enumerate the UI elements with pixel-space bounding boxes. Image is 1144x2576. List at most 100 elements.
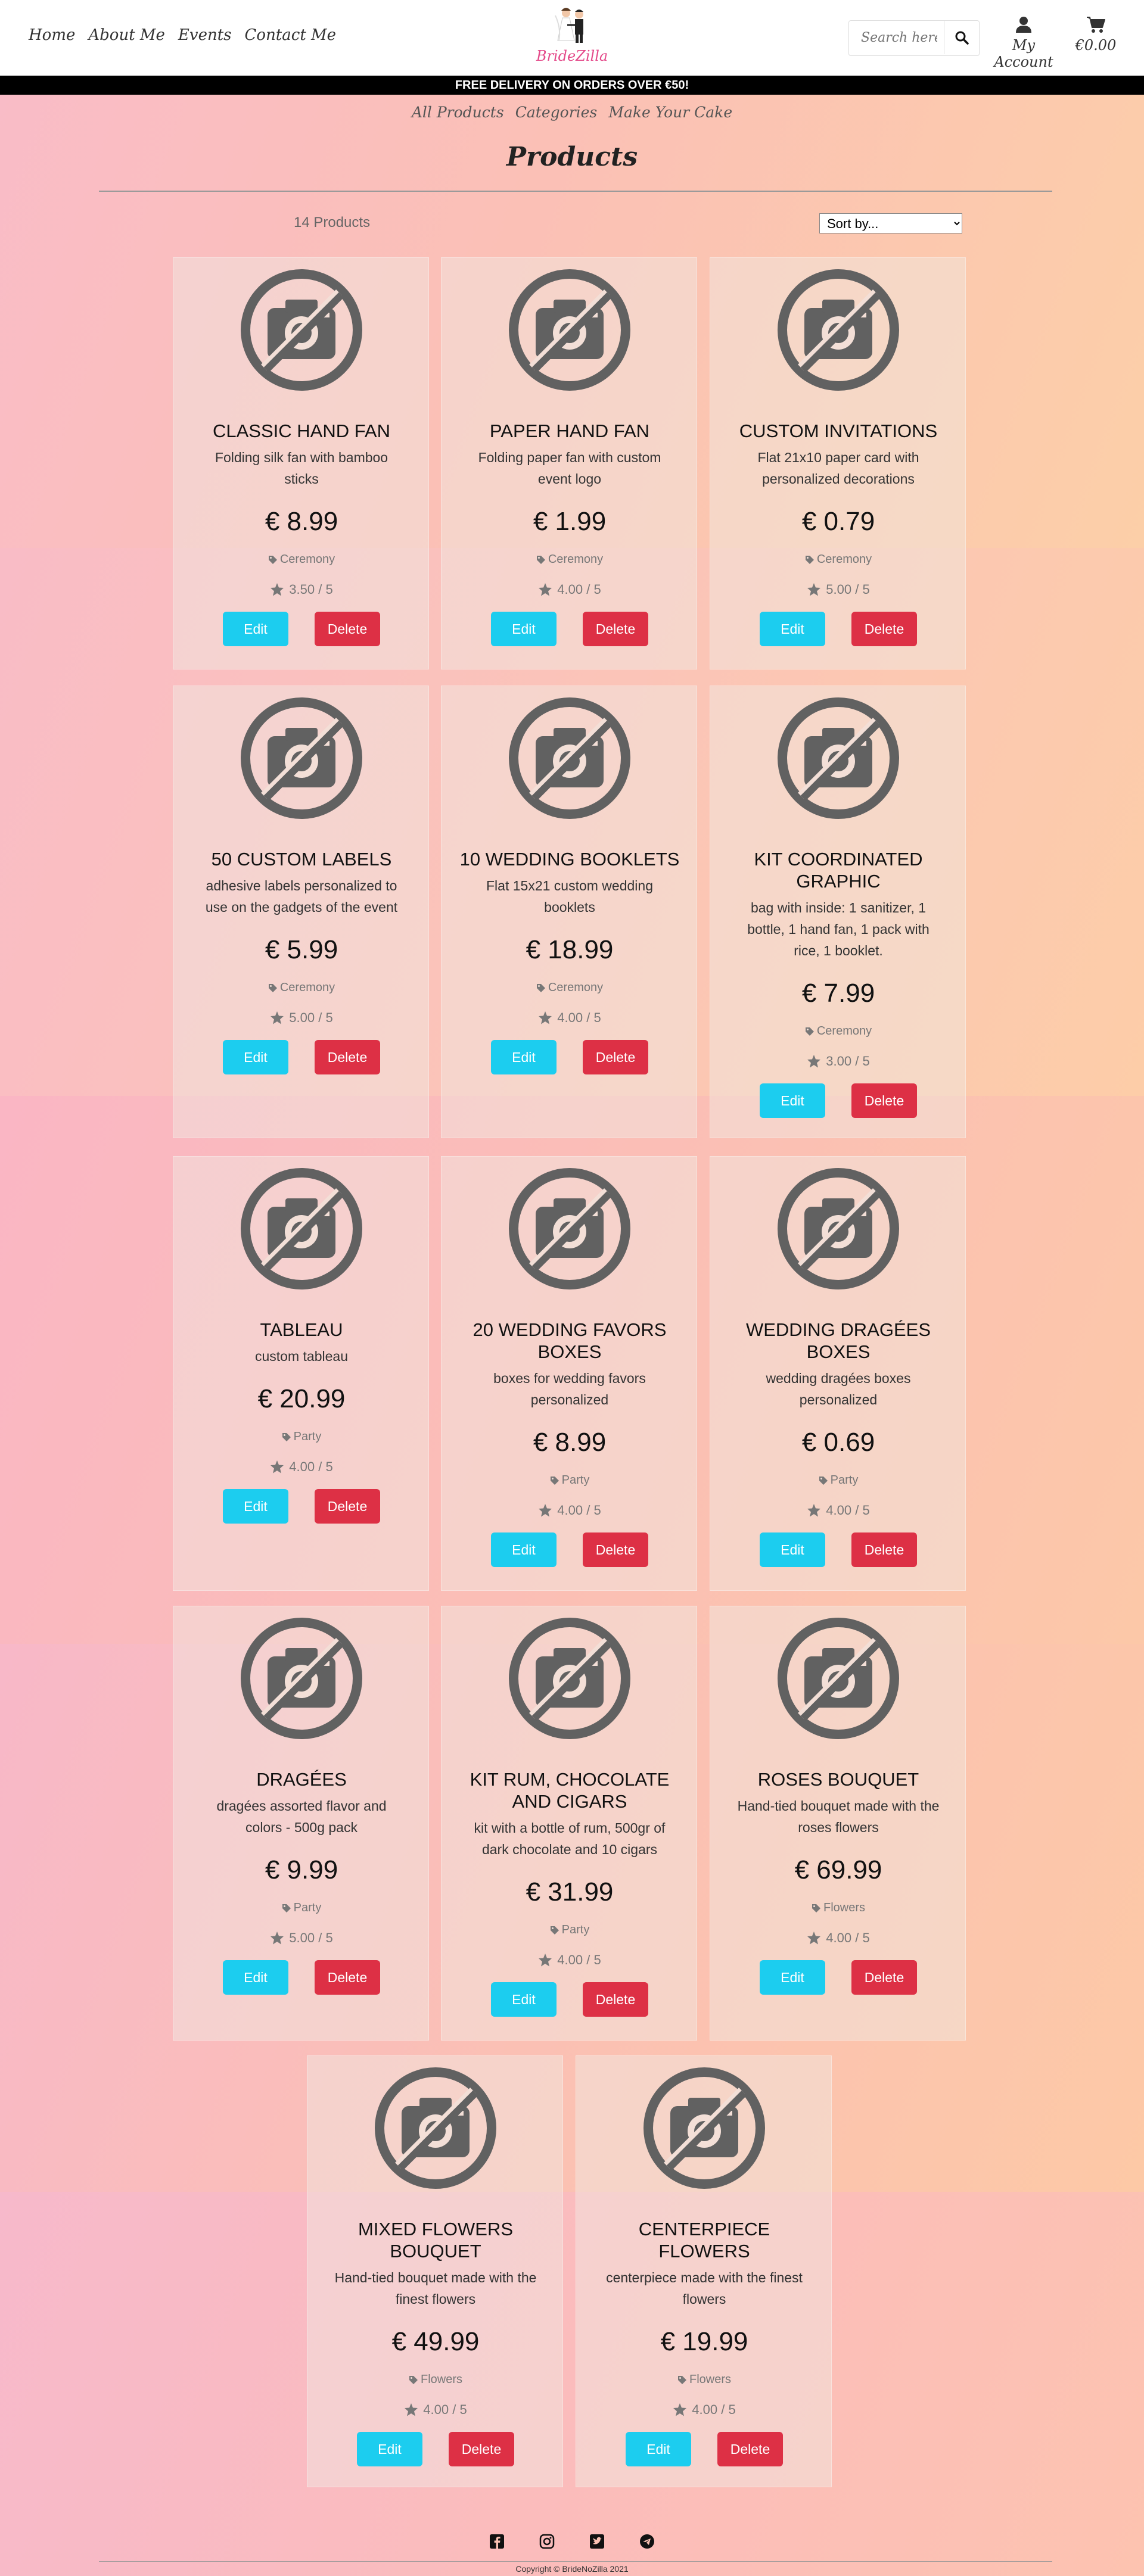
product-category[interactable]: Flowers — [576, 2373, 832, 2387]
delete-button[interactable]: Delete — [315, 612, 380, 646]
nav-events-link[interactable]: Events — [178, 26, 232, 44]
instagram-icon[interactable] — [539, 2534, 555, 2549]
delete-button[interactable]: Delete — [315, 1040, 380, 1074]
product-name[interactable]: MIXED FLOWERS BOUQUET — [307, 2218, 564, 2262]
product-name[interactable]: PAPER HAND FAN — [442, 420, 698, 442]
product-category[interactable]: Ceremony — [710, 553, 966, 566]
product-card[interactable]: KIT RUM, CHOCOLATE AND CIGARS kit with a… — [441, 1606, 697, 2041]
product-category[interactable]: Party — [173, 1430, 430, 1444]
product-card[interactable]: CUSTOM INVITATIONS Flat 21x10 paper card… — [710, 257, 966, 669]
product-rating: 5.00 / 5 — [710, 582, 966, 597]
product-card[interactable]: PAPER HAND FAN Folding paper fan with cu… — [441, 257, 697, 669]
product-name[interactable]: ROSES BOUQUET — [710, 1768, 966, 1790]
product-card[interactable]: CLASSIC HAND FAN Folding silk fan with b… — [173, 257, 429, 669]
product-description: Flat 21x10 paper card with personalized … — [757, 450, 919, 487]
edit-button[interactable]: Edit — [626, 2432, 691, 2466]
edit-button[interactable]: Edit — [760, 612, 825, 646]
edit-button[interactable]: Edit — [491, 612, 557, 646]
product-actions: Edit Delete — [173, 1489, 430, 1524]
delete-button[interactable]: Delete — [851, 1532, 917, 1567]
product-name[interactable]: 10 WEDDING BOOKLETS — [442, 848, 698, 870]
product-category-label: Party — [830, 1474, 859, 1487]
site-logo[interactable]: BrideZilla — [520, 5, 624, 71]
product-card-body: CUSTOM INVITATIONS Flat 21x10 paper card… — [710, 420, 966, 646]
product-card[interactable]: WEDDING DRAGÉES BOXES wedding dragées bo… — [710, 1156, 966, 1591]
tag-icon — [677, 2375, 686, 2384]
product-category[interactable]: Ceremony — [442, 553, 698, 566]
delete-button[interactable]: Delete — [851, 1083, 917, 1118]
delete-button[interactable]: Delete — [717, 2432, 783, 2466]
subnav-make-your-cake[interactable]: Make Your Cake — [608, 104, 732, 121]
product-price: € 5.99 — [265, 935, 338, 964]
product-card[interactable]: MIXED FLOWERS BOUQUET Hand-tied bouquet … — [307, 2055, 563, 2487]
edit-button[interactable]: Edit — [760, 1083, 825, 1118]
delete-button[interactable]: Delete — [583, 1040, 648, 1074]
product-card[interactable]: 50 CUSTOM LABELS adhesive labels persona… — [173, 686, 429, 1138]
nav-home-link[interactable]: Home — [29, 26, 75, 44]
delete-button[interactable]: Delete — [583, 1982, 648, 2017]
product-name[interactable]: CLASSIC HAND FAN — [173, 420, 430, 442]
search-button[interactable] — [944, 21, 979, 54]
product-rating-value: 4.00 / 5 — [826, 1503, 870, 1518]
delete-button[interactable]: Delete — [583, 1532, 648, 1567]
subnav-categories[interactable]: Categories — [515, 104, 598, 121]
twitter-icon[interactable] — [589, 2534, 605, 2549]
delete-button[interactable]: Delete — [851, 1960, 917, 1995]
product-name[interactable]: KIT RUM, CHOCOLATE AND CIGARS — [442, 1768, 698, 1812]
my-account-link[interactable]: My Account — [986, 15, 1062, 70]
product-category[interactable]: Ceremony — [442, 981, 698, 995]
product-category[interactable]: Ceremony — [710, 1024, 966, 1038]
product-rating: 3.00 / 5 — [710, 1054, 966, 1069]
product-name[interactable]: CUSTOM INVITATIONS — [710, 420, 966, 442]
edit-button[interactable]: Edit — [223, 1489, 288, 1524]
search-input[interactable] — [849, 21, 938, 54]
product-name[interactable]: KIT COORDINATED GRAPHIC — [710, 848, 966, 892]
nav-about-link[interactable]: About Me — [88, 26, 165, 44]
edit-button[interactable]: Edit — [760, 1960, 825, 1995]
edit-button[interactable]: Edit — [760, 1532, 825, 1567]
facebook-icon[interactable] — [489, 2534, 505, 2549]
copyright-text: Copyright © BrideNoZilla 2021 — [515, 2564, 629, 2574]
product-category[interactable]: Ceremony — [173, 553, 430, 566]
product-category[interactable]: Party — [710, 1474, 966, 1487]
product-category[interactable]: Flowers — [307, 2373, 564, 2387]
product-card[interactable]: 20 WEDDING FAVORS BOXES boxes for weddin… — [441, 1156, 697, 1591]
edit-button[interactable]: Edit — [223, 1040, 288, 1074]
delete-button[interactable]: Delete — [315, 1489, 380, 1524]
product-category[interactable]: Ceremony — [173, 981, 430, 995]
delete-button[interactable]: Delete — [583, 612, 648, 646]
product-name[interactable]: CENTERPIECE FLOWERS — [576, 2218, 832, 2262]
product-category[interactable]: Flowers — [710, 1901, 966, 1915]
product-card[interactable]: 10 WEDDING BOOKLETS Flat 15x21 custom we… — [441, 686, 697, 1138]
product-price: € 7.99 — [801, 979, 875, 1008]
delete-button[interactable]: Delete — [449, 2432, 514, 2466]
edit-button[interactable]: Edit — [223, 612, 288, 646]
edit-button[interactable]: Edit — [491, 1532, 557, 1567]
no-image-icon — [777, 697, 900, 820]
product-name[interactable]: DRAGÉES — [173, 1768, 430, 1790]
edit-button[interactable]: Edit — [491, 1982, 557, 2017]
product-category[interactable]: Party — [173, 1901, 430, 1915]
subnav-all-products[interactable]: All Products — [412, 104, 504, 121]
product-card[interactable]: DRAGÉES dragées assorted flavor and colo… — [173, 1606, 429, 2041]
product-name[interactable]: TABLEAU — [173, 1319, 430, 1341]
basket-link[interactable]: €0.00 — [1074, 15, 1118, 54]
edit-button[interactable]: Edit — [357, 2432, 422, 2466]
product-category[interactable]: Party — [442, 1474, 698, 1487]
product-card[interactable]: TABLEAU custom tableau € 20.99 Party 4.0… — [173, 1156, 429, 1591]
product-name[interactable]: WEDDING DRAGÉES BOXES — [710, 1319, 966, 1363]
product-card[interactable]: CENTERPIECE FLOWERS centerpiece made wit… — [576, 2055, 832, 2487]
product-name[interactable]: 50 CUSTOM LABELS — [173, 848, 430, 870]
delete-button[interactable]: Delete — [315, 1960, 380, 1995]
star-icon — [271, 583, 284, 596]
product-card[interactable]: ROSES BOUQUET Hand-tied bouquet made wit… — [710, 1606, 966, 2041]
delete-button[interactable]: Delete — [851, 612, 917, 646]
product-name[interactable]: 20 WEDDING FAVORS BOXES — [442, 1319, 698, 1363]
telegram-icon[interactable] — [639, 2534, 655, 2549]
edit-button[interactable]: Edit — [491, 1040, 557, 1074]
sort-select[interactable]: Sort by... — [819, 213, 962, 233]
product-card[interactable]: KIT COORDINATED GRAPHIC bag with inside:… — [710, 686, 966, 1138]
product-category[interactable]: Party — [442, 1923, 698, 1937]
nav-contact-link[interactable]: Contact Me — [245, 26, 337, 44]
edit-button[interactable]: Edit — [223, 1960, 288, 1995]
